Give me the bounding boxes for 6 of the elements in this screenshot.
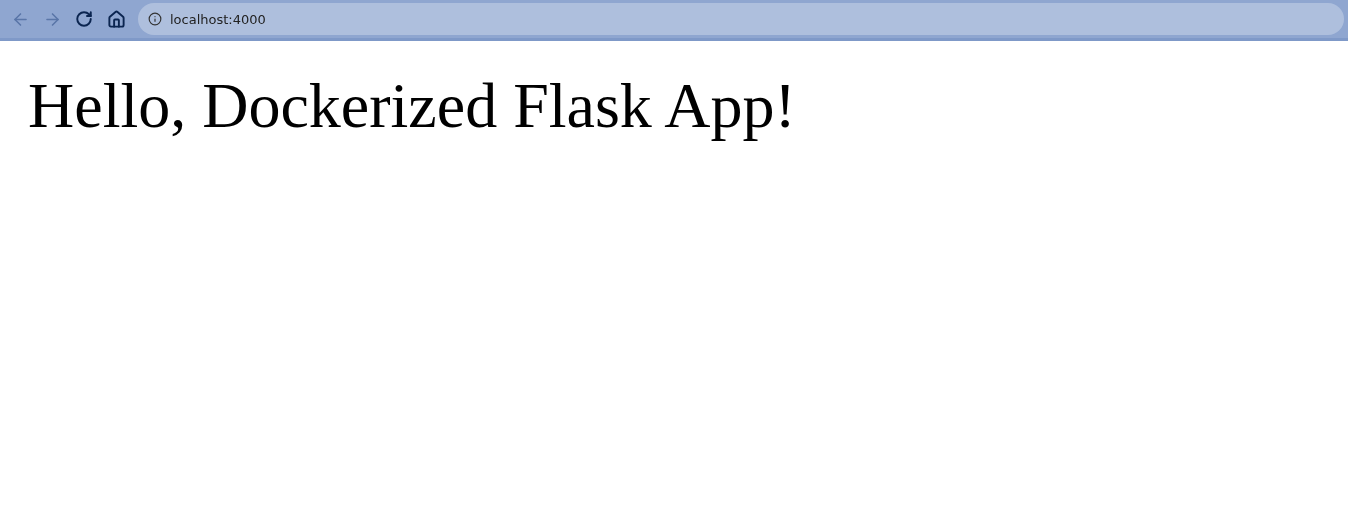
url-text: localhost:4000 xyxy=(170,11,266,27)
info-icon xyxy=(148,12,162,26)
home-icon xyxy=(106,9,126,29)
reload-icon xyxy=(75,10,93,28)
address-bar[interactable]: localhost:4000 xyxy=(138,3,1344,35)
page-heading: Hello, Dockerized Flask App! xyxy=(28,71,797,142)
